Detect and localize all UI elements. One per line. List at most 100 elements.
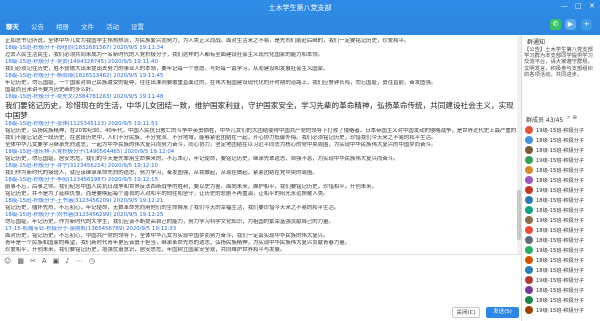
message-text: 勿忘国耻，牢记历史，作为新时代的大学生，我们应该不断提高自己的能力，努力学习科学… — [5, 219, 334, 225]
minimize-button[interactable]: — — [561, 2, 568, 10]
member-item[interactable]: 18级-15班-积极分子 — [522, 235, 599, 245]
member-name: 18级-15班-积极分子 — [536, 197, 585, 204]
member-name: 18级-15班-积极分子 — [536, 207, 585, 214]
member-item[interactable]: 19级-15班-积极分子 — [522, 155, 599, 165]
tab-album[interactable]: 相册 — [50, 15, 75, 35]
member-list: 19级-15班-积极分子 18级-15班-积极分子 18级-15班-积极分子 19级-… — [522, 125, 599, 321]
message-text: 我们必须记住历史，胜不骄傲大出来提出去努力的事业人的本领，要牢记每一个意愿，写好… — [5, 66, 329, 72]
input-toolbar: ☺ ▦ ✂ A ▣ ♪ ⋯ ◷ — [0, 254, 521, 266]
voice-icon[interactable]: ♪ — [65, 257, 69, 265]
member-name: 18级-15班-积极分子 — [536, 237, 585, 244]
member-name: 19级-15班-积极分子 — [536, 277, 585, 284]
message-sender-meta: 17-15-机械专业-积极分子-余刚凯(1365456789) 2020/9/5… — [5, 226, 177, 232]
close-button[interactable]: 关闭(C) — [452, 307, 480, 318]
tab-chat[interactable]: 聊天 — [0, 15, 25, 35]
member-name: 18级-15班-积极分子 — [536, 227, 585, 234]
screenshot-icon[interactable]: ✂ — [30, 257, 36, 265]
message-sender-meta: 18级-15班-积极分子-李阳(1234561987) 2020/9/5 19:… — [5, 177, 159, 183]
image-icon[interactable]: ▦ — [17, 257, 24, 265]
tab-announcement[interactable]: 公告 — [25, 15, 50, 35]
avatar — [525, 256, 533, 264]
maximize-button[interactable]: □ — [575, 2, 582, 10]
avatar — [525, 156, 533, 164]
file-icon[interactable]: ▣ — [53, 257, 60, 265]
history-icon[interactable]: ◷ — [89, 257, 95, 265]
avatar — [525, 146, 533, 154]
member-search-icon[interactable]: ⌕ ⊕ — [567, 114, 577, 122]
member-item[interactable]: 19级-15班-积极分子 — [522, 245, 599, 255]
font-icon[interactable]: A — [42, 257, 47, 265]
tab-files[interactable]: 文件 — [75, 15, 100, 35]
message-text: 铭记历史，缅怀先烈，不忘初心，牢记使命，无数革命先烈用他们的生命换来了我们今天的… — [5, 205, 340, 211]
member-item[interactable]: 19级-15班-积极分子 — [522, 185, 599, 195]
member-name: 19级-15班-积极分子 — [536, 127, 585, 134]
avatar — [525, 236, 533, 244]
message-sender-meta: 18级-15班-积极分子-吴贺(1494328745) 2020/9/5 19:… — [5, 59, 159, 65]
message-text: 面对历史，铭记历史，不忘初心，中国共产党的领导下，全体中华儿女为实现中国梦而努力… — [5, 233, 329, 239]
member-item[interactable]: 18级-15班-积极分子 — [522, 285, 599, 295]
member-name: 18级-15班-积极分子 — [536, 137, 585, 144]
avatar — [525, 206, 533, 214]
message-input[interactable] — [0, 266, 521, 321]
close-window-button[interactable]: ✕ — [589, 2, 595, 10]
member-name: 19级-15班-积极分子 — [536, 247, 585, 254]
member-item[interactable]: 19级-15班-积极分子 — [522, 215, 599, 225]
member-item[interactable]: 18级-15班-积极分子 — [522, 255, 599, 265]
message-text: 过去人民生活民生，我们必须共同来成为一名新时代的入党积极分子，我们这样的人都有全… — [5, 52, 324, 58]
chat-message-area: 正如总书记所说，全体中华儿女为我国学生伟热热流，为民族繁兴而努力，为人类正义而战… — [0, 35, 521, 254]
member-name: 18级-15班-积极分子 — [536, 147, 585, 154]
member-item[interactable]: 18级-15班-积极分子 — [522, 195, 599, 205]
avatar — [525, 166, 533, 174]
tab-activity[interactable]: 活动 — [100, 15, 125, 35]
emoji-icon[interactable]: ☺ — [4, 257, 11, 265]
message-text: 正如总书记所说，全体中华儿女为我国学生伟热热流，为民族繁兴而努力，为人类正义而战… — [5, 38, 410, 44]
member-item[interactable]: 18级-15班-积极分子 — [522, 265, 599, 275]
add-member-icon[interactable]: + — [581, 19, 592, 30]
tab-bar: 聊天 公告 相册 文件 活动 设置 — [0, 15, 150, 35]
send-button[interactable]: 发送(S) — [486, 307, 519, 318]
avatar — [525, 306, 533, 314]
member-item[interactable]: 18级-15班-积极分子 — [522, 165, 599, 175]
avatar — [525, 286, 533, 294]
message-sender-meta: 18级-15班-积极分子-刘书涵(3123456299) 2020/9/5 19… — [5, 212, 164, 218]
message-text: 珍爱和平，开创未来，我们要铭记历史，增强忧患意识，居安思危，牢固树立国家安全观，… — [5, 247, 286, 253]
member-name: 18级-15班-积极分子 — [536, 297, 585, 304]
more-icon[interactable]: ⋯ — [76, 257, 83, 265]
member-item[interactable]: 18级-15班-积极分子 — [522, 225, 599, 235]
avatar — [525, 126, 533, 134]
avatar — [525, 196, 533, 204]
phone-icon[interactable]: ✆ — [550, 19, 561, 30]
message-text: 牢记历史，勿忘国耻，一个国家对自己民族遭受的耻辱，往往出准则要敢重直面过的，在伟… — [5, 80, 437, 86]
avatar — [525, 186, 533, 194]
message-text: 我们要铭记历史，珍惜现在的生活，中华儿女团结一致，维护国家利益，守护国家安全，学… — [5, 101, 514, 120]
member-name: 19级-15班-积极分子 — [536, 157, 585, 164]
member-count: 群成员 43/45 — [526, 117, 564, 124]
member-name: 18级-15班-积极分子 — [536, 177, 585, 184]
message-text: 青年是一个民族和国家的希望，我们新时代青年更应该勇于担当，继承革命先烈的遗志，弘… — [5, 240, 351, 246]
message-sender-meta: 18级-15班-积极分子-张伟(1125345123) 2020/9/5 19:… — [5, 121, 159, 127]
member-item[interactable]: 18级-15班-积极分子 — [522, 175, 599, 185]
video-icon[interactable]: ▶ — [565, 19, 576, 30]
member-item[interactable]: 19级-15班-积极分子 — [522, 275, 599, 285]
avatar — [525, 176, 533, 184]
message-text: 我们不能忘记这一段历史，在这段历史中，人们不分民族、不分党派、不分地域，能够紧密… — [5, 135, 437, 141]
message-sender-meta: 18级-15班-积极分子-许宁(3123456214) 2020/9/5 19:… — [5, 163, 159, 169]
avatar — [525, 246, 533, 254]
member-item[interactable]: 19级-15班-积极分子 — [522, 125, 599, 135]
member-item[interactable]: 18级-15班-积极分子 — [522, 295, 599, 305]
member-item[interactable]: 18级-15班-积极分子 — [522, 145, 599, 155]
member-name: 18级-15班-积极分子 — [536, 257, 585, 264]
message-text: 全体中华儿女要学习继承先烈遗志，一起为中华民族的伟大复兴而努力奋斗，同心协力，坚… — [5, 142, 437, 148]
member-item[interactable]: 18级-15班-积极分子 — [522, 135, 599, 145]
avatar — [525, 266, 533, 274]
avatar — [525, 216, 533, 224]
member-item[interactable]: 19级-15班-积极分子 — [522, 305, 599, 315]
tab-settings[interactable]: 设置 — [125, 15, 150, 35]
message-sender-meta: 18级-15班-张庆林-入党积极分子(1490564465) 2020/9/5 … — [5, 149, 175, 155]
member-name: 18级-15班-积极分子 — [536, 167, 585, 174]
message-text: 铭记历史，弘扬民族精神，在20世纪30、40年代，中国人民抗日救亡的斗争中英勇牺… — [5, 128, 516, 134]
member-item[interactable]: 18级-15班-积极分子 — [522, 205, 599, 215]
member-name: 19级-15班-积极分子 — [536, 217, 585, 224]
avatar — [525, 136, 533, 144]
avatar — [525, 296, 533, 304]
